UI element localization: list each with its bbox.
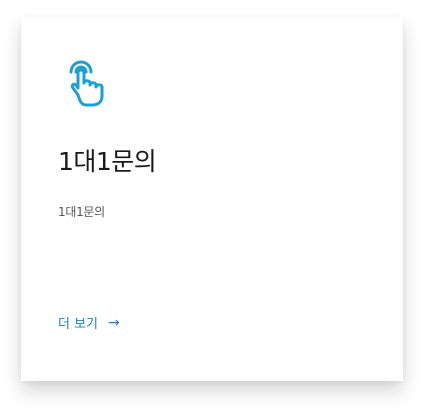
inquiry-card: 1대1문의 1대1문의 더 보기 → xyxy=(21,17,403,381)
card-description: 1대1문의 xyxy=(58,205,105,219)
arrow-right-icon: → xyxy=(108,314,120,331)
tap-hand-icon xyxy=(65,55,111,107)
more-link[interactable]: 더 보기 → xyxy=(58,313,120,333)
more-link-label: 더 보기 xyxy=(58,317,99,332)
card-title: 1대1문의 xyxy=(58,147,157,176)
